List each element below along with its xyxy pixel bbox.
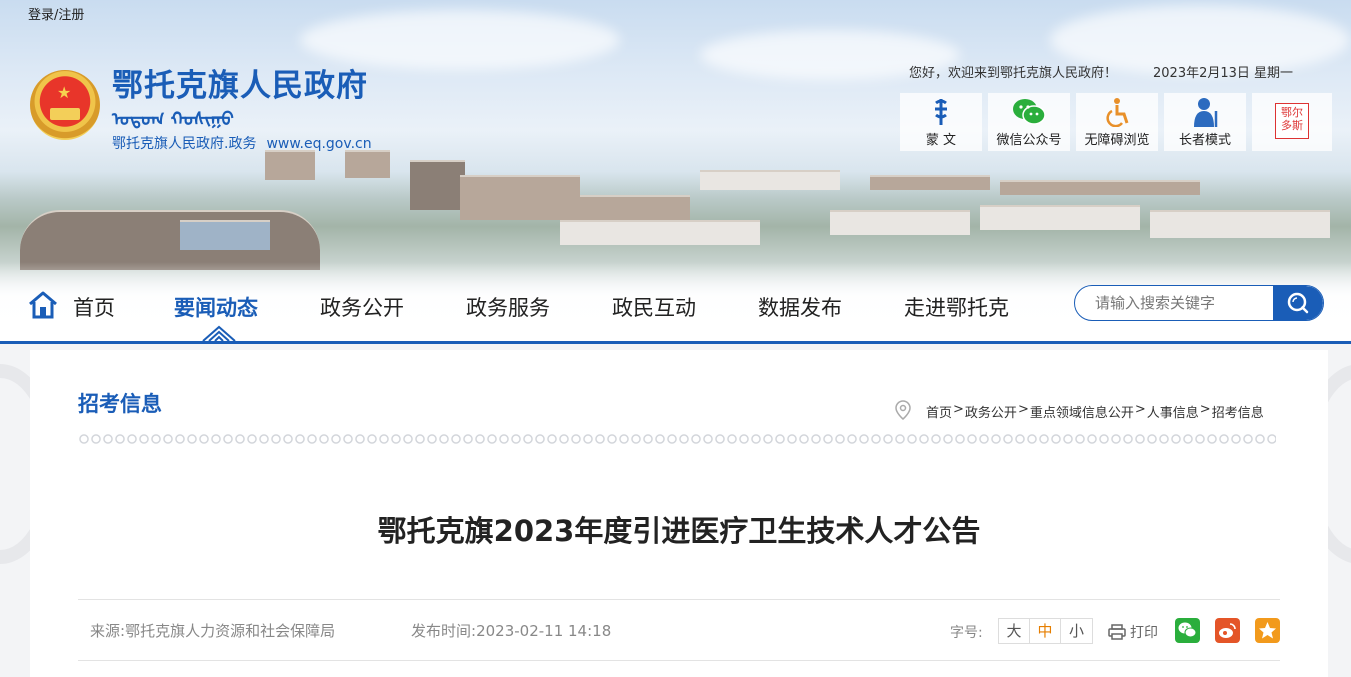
tool-elder-mode[interactable]: 长者模式	[1164, 93, 1246, 151]
site-sub-name: 鄂托克旗人民政府.政务	[112, 136, 257, 152]
nav-about-etuoke[interactable]: 走进鄂托克	[904, 292, 1009, 322]
font-size-label: 字号:	[950, 625, 983, 641]
nav-data-release[interactable]: 数据发布	[758, 292, 842, 322]
favorite-icon	[1259, 622, 1276, 639]
welcome-text: 您好，欢迎来到鄂托克旗人民政府！	[909, 66, 1118, 81]
mongolian-site-title: ᠣᠲᠣᠭ ᠬᠣᠰᠢᠭᠤ	[112, 109, 234, 130]
search-input[interactable]	[1075, 286, 1275, 320]
decorative-divider	[78, 432, 1276, 446]
active-nav-indicator-icon	[202, 325, 236, 341]
site-subtitle: 鄂托克旗人民政府.政务 www.eq.gov.cn	[112, 133, 372, 153]
current-date: 2023年2月13日 星期一	[1153, 66, 1294, 81]
nav-interaction[interactable]: 政民互动	[612, 292, 696, 322]
nav-home[interactable]: 首页	[73, 292, 115, 322]
nav-gov-services[interactable]: 政务服务	[466, 292, 550, 322]
tool-wechat[interactable]: 微信公众号	[988, 93, 1070, 151]
accessibility-icon	[1076, 97, 1158, 129]
breadcrumb-home[interactable]: 首页	[926, 402, 952, 421]
article-panel: 招考信息 首页 > 政务公开 > 重点领域信息公开 > 人事信息 > 招考信息 鄂托克旗…	[30, 350, 1328, 677]
print-button[interactable]: 打印	[1108, 622, 1158, 642]
site-url: www.eq.gov.cn	[266, 136, 372, 152]
nav-news[interactable]: 要闻动态	[174, 292, 258, 322]
font-size-small[interactable]: 小	[1061, 619, 1092, 643]
share-favorite-button[interactable]	[1255, 618, 1280, 643]
font-size-medium[interactable]: 中	[1030, 619, 1061, 643]
login-register-link[interactable]: 登录/注册	[28, 4, 84, 23]
share-wechat-button[interactable]	[1175, 618, 1200, 643]
breadcrumb-gov-public[interactable]: 政务公开	[965, 402, 1017, 421]
wechat-icon	[988, 97, 1070, 129]
search-box	[1074, 285, 1324, 321]
tool-mongolian[interactable]: 蒙 文	[900, 93, 982, 151]
mongolian-script-icon	[900, 97, 982, 129]
header-tools: 蒙 文 微信公众号 无障碍浏览 长者模式 鄂尔多斯	[900, 93, 1332, 151]
site-title: 鄂托克旗人民政府	[112, 68, 368, 104]
tool-accessibility[interactable]: 无障碍浏览	[1076, 93, 1158, 151]
ordos-seal-logo[interactable]: 鄂尔多斯	[1252, 93, 1332, 151]
font-size-selector: 大 中 小	[998, 618, 1093, 644]
search-icon	[1287, 292, 1309, 314]
breadcrumb-recruitment[interactable]: 招考信息	[1212, 402, 1264, 421]
nav-gov-affairs-public[interactable]: 政务公开	[320, 292, 404, 322]
breadcrumb: 首页 > 政务公开 > 重点领域信息公开 > 人事信息 > 招考信息	[926, 402, 1264, 421]
font-size-large[interactable]: 大	[999, 619, 1030, 643]
home-icon[interactable]	[27, 289, 59, 321]
section-title: 招考信息	[78, 392, 162, 416]
wechat-icon	[1178, 622, 1197, 638]
breadcrumb-key-areas[interactable]: 重点领域信息公开	[1030, 402, 1134, 421]
article-meta-bar: 来源:鄂托克旗人力资源和社会保障局 发布时间:2023-02-11 14:18 …	[78, 599, 1280, 661]
article-publish-time: 发布时间:2023-02-11 14:18	[411, 622, 612, 640]
printer-icon	[1108, 624, 1126, 640]
article-title: 鄂托克旗2023年度引进医疗卫生技术人才公告	[377, 514, 981, 548]
article-source: 来源:鄂托克旗人力资源和社会保障局	[90, 622, 336, 640]
weibo-icon	[1219, 623, 1236, 638]
location-pin-icon	[895, 400, 911, 420]
search-button[interactable]	[1273, 286, 1323, 320]
elder-mode-icon	[1164, 97, 1246, 129]
share-weibo-button[interactable]	[1215, 618, 1240, 643]
breadcrumb-personnel[interactable]: 人事信息	[1147, 402, 1199, 421]
seal-text: 鄂尔多斯	[1275, 103, 1309, 139]
national-emblem-logo: ★	[30, 70, 100, 144]
city-skyline-image	[0, 150, 1351, 270]
